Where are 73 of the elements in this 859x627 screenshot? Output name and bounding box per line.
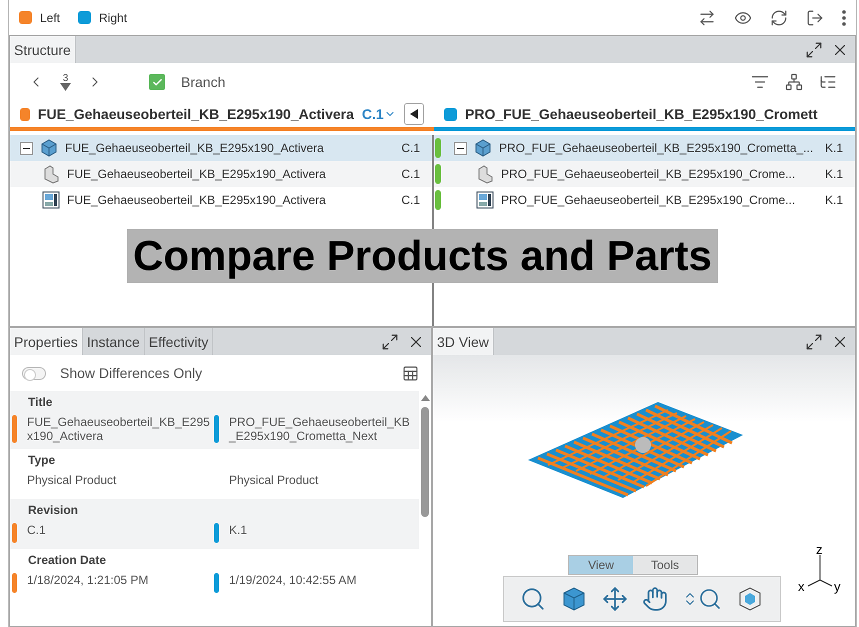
table-settings-button[interactable] (402, 364, 419, 382)
filter-button[interactable] (751, 73, 769, 91)
drawing-sheet-icon (41, 190, 61, 210)
magnifier-icon (698, 587, 722, 611)
difference-bar (214, 573, 219, 593)
left-value: Physical Product (27, 473, 118, 489)
node-name: FUE_Gehaeuseoberteil_KB_E295x190_Activera (67, 167, 327, 181)
property-label: Creation Date (27, 552, 108, 569)
node-revision: C.1 (401, 193, 420, 207)
left-product-title: FUE_Gehaeuseoberteil_KB_E295x190_Activera (38, 106, 354, 122)
more-button[interactable] (842, 10, 846, 26)
right-swatch (444, 108, 457, 120)
legend-label: Left (40, 10, 60, 24)
node-name: FUE_Gehaeuseoberteil_KB_E295x190_Activera (65, 141, 325, 155)
cube-assembly-icon (473, 138, 493, 158)
collapse-toggle[interactable] (454, 142, 467, 154)
differences-toggle[interactable] (22, 366, 46, 380)
maximize-icon[interactable] (805, 40, 823, 58)
collapse-button[interactable] (404, 103, 424, 125)
node-name: PRO_FUE_Gehaeuseoberteil_KB_E295x190_Crometta_... (499, 141, 814, 155)
level-selector[interactable]: 3 (60, 74, 71, 90)
panel-tab[interactable]: Structure (10, 36, 76, 63)
left-value: C.1 (27, 523, 47, 539)
scrollbar-thumb[interactable] (421, 407, 429, 517)
right-value: 1/19/2024, 10:42:55 AM (229, 573, 358, 589)
difference-bar (214, 415, 219, 443)
node-revision: K.1 (824, 141, 843, 155)
panel-tab[interactable]: Properties (10, 328, 83, 355)
scroll-up-arrow-icon[interactable] (420, 395, 430, 401)
node-name: PRO_FUE_Gehaeuseoberteil_KB_E295x190_Crome... (501, 167, 796, 181)
right-value: PRO_FUE_Gehaeuseoberteil_KB_E295x190_Crometta_Next (229, 415, 411, 443)
right-value: Physical Product (229, 473, 320, 489)
tree-row[interactable]: FUE_Gehaeuseoberteil_KB_E295x190_Activera C.1 (10, 135, 432, 161)
property-label: Revision (27, 502, 80, 519)
swap-button[interactable] (698, 8, 716, 26)
right-value: K.1 (229, 523, 248, 539)
left-value: FUE_Gehaeuseoberteil_KB_E295x190_Activera (27, 415, 211, 443)
node-revision: C.1 (401, 167, 420, 181)
cube-assembly-icon (39, 138, 59, 158)
triangle-left-icon (410, 109, 418, 119)
tree-row[interactable]: PRO_FUE_Gehaeuseoberteil_KB_E295x190_Crome... K.1 (434, 161, 855, 187)
node-name: FUE_Gehaeuseoberteil_KB_E295x190_Activera (67, 193, 327, 207)
node-revision: C.1 (401, 141, 420, 155)
panel-tab[interactable]: 3D View (433, 328, 494, 355)
node-revision: K.1 (824, 193, 843, 207)
maximize-icon[interactable] (805, 332, 823, 350)
caption-banner: Compare Products and Parts (127, 229, 718, 283)
node-name: PRO_FUE_Gehaeuseoberteil_KB_E295x190_Crome... (501, 193, 796, 207)
maximize-icon[interactable] (381, 332, 399, 350)
node-revision: K.1 (824, 167, 843, 181)
differences-label: Show Differences Only (60, 365, 202, 381)
branch-checkbox[interactable] (149, 74, 165, 90)
legend-label: Right (99, 10, 128, 24)
property-label: Title (27, 394, 54, 411)
toolbar-tab[interactable]: View (569, 556, 633, 574)
branch-label: Branch (181, 74, 226, 90)
collapse-toggle[interactable] (20, 142, 33, 154)
right-product-title: PRO_FUE_Gehaeuseoberteil_KB_E295x190_Cromett (465, 106, 818, 122)
revision-dropdown[interactable]: C.1 (362, 106, 396, 122)
checkmark-icon (152, 76, 162, 88)
difference-bar (214, 523, 219, 543)
three-dots-icon (842, 10, 846, 26)
exit-button[interactable] (806, 8, 824, 26)
hierarchy-button[interactable] (785, 73, 803, 91)
tree-row[interactable]: FUE_Gehaeuseoberteil_KB_E295x190_Activera C.1 (10, 161, 432, 187)
left-swatch (20, 108, 30, 120)
left-value: 1/18/2024, 1:21:05 PM (27, 573, 150, 589)
tree-row[interactable]: PRO_FUE_Gehaeuseoberteil_KB_E295x190_Crometta_... K.1 (434, 135, 855, 161)
refresh-button[interactable] (770, 8, 788, 26)
property-label: Type (27, 452, 56, 469)
drawing-sheet-icon (475, 190, 495, 210)
tree-button[interactable] (819, 73, 837, 91)
axis-triad-drawing: z x y (798, 545, 843, 595)
